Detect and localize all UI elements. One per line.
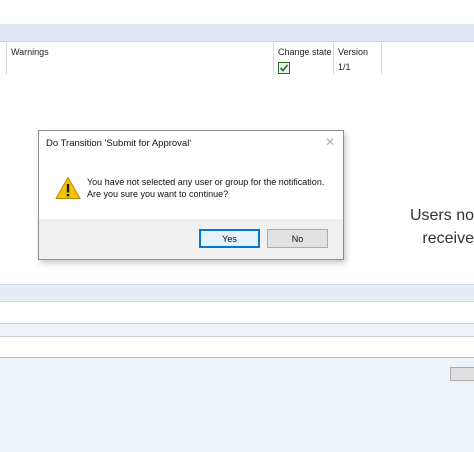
column-header-version: Version xyxy=(338,47,369,57)
checkmark-icon xyxy=(279,64,289,72)
no-button[interactable]: No xyxy=(267,229,328,248)
column-warnings[interactable]: Warnings xyxy=(6,43,274,75)
column-header-change-state: Change state xyxy=(278,47,332,57)
list-header-band xyxy=(0,284,474,302)
column-change-state[interactable]: Change state xyxy=(274,43,334,75)
warning-icon xyxy=(55,176,81,199)
dialog-message-line1: You have not selected any user or group … xyxy=(87,177,325,187)
bottom-panel-button[interactable] xyxy=(450,367,474,381)
background-message-line1: Users no xyxy=(409,207,474,224)
version-value: 1/1 xyxy=(338,62,351,72)
list-row[interactable] xyxy=(0,324,474,337)
list-row[interactable] xyxy=(0,302,474,324)
header-band xyxy=(0,24,474,42)
background-message-line2: receive xyxy=(422,230,474,247)
close-icon[interactable]: ✕ xyxy=(325,135,335,149)
column-version[interactable]: Version 1/1 xyxy=(334,43,382,75)
confirm-dialog: Do Transition 'Submit for Approval' ✕ Yo… xyxy=(38,130,344,260)
list-row[interactable] xyxy=(0,337,474,358)
column-header-warnings: Warnings xyxy=(11,47,49,57)
dialog-footer: Yes No xyxy=(39,219,343,259)
yes-button[interactable]: Yes xyxy=(199,229,260,248)
dialog-message-line2: Are you sure you want to continue? xyxy=(87,189,229,199)
change-state-checkbox[interactable] xyxy=(278,62,290,74)
bottom-panel xyxy=(0,358,474,452)
dialog-title: Do Transition 'Submit for Approval' xyxy=(46,138,192,149)
